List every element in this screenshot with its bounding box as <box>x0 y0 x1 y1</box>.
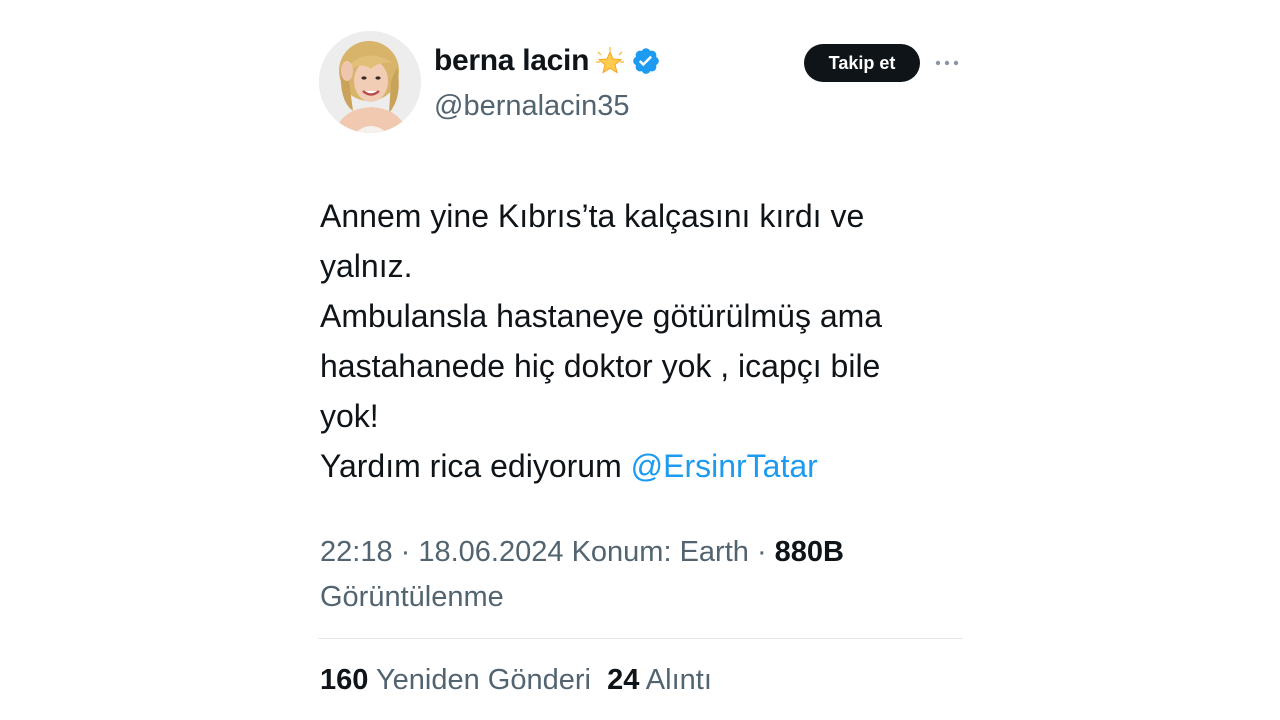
tweet-text-line: Yardım rica ediyorum <box>320 448 631 484</box>
more-options-button[interactable] <box>930 48 964 78</box>
tweet-text-line: yok! <box>320 398 379 434</box>
tweet-meta: 22:18 · 18.06.2024 Konum: Earth · 880B G… <box>320 530 960 620</box>
avatar[interactable] <box>319 31 421 133</box>
tweet-text-line: hastahanede hiç doktor yok , icapçı bile <box>320 348 881 384</box>
author-display-name[interactable]: berna lacin <box>434 44 589 78</box>
tweet-text-last-line: Yardım rica ediyorum @ErsinrTatar <box>320 441 960 491</box>
verified-badge-icon[interactable] <box>631 46 661 76</box>
author-name-row: berna lacin <box>434 44 661 78</box>
tweet-time[interactable]: 22:18 <box>320 536 393 568</box>
tweet-location: Konum: Earth <box>563 536 749 568</box>
divider <box>318 638 963 639</box>
ellipsis-icon <box>935 60 959 66</box>
tweet-text-line: Ambulansla hastaneye götürülmüş ama <box>320 298 883 334</box>
quotes-stat[interactable]: 24 Alıntı <box>607 664 712 696</box>
author-handle[interactable]: @bernalacin35 <box>434 90 630 123</box>
engagement-stats: 160 Yeniden Gönderi 24 Alıntı <box>320 664 712 697</box>
tweet-text: Annem yine Kıbrıs’ta kalçasını kırdı ve … <box>320 191 960 491</box>
glowing-star-icon <box>595 46 625 76</box>
reposts-label: Yeniden Gönderi <box>375 664 591 696</box>
reposts-stat[interactable]: 160 Yeniden Gönderi <box>320 664 591 696</box>
mention-link[interactable]: @ErsinrTatar <box>631 448 818 484</box>
views-label: Görüntülenme <box>320 581 504 613</box>
separator-dot: · <box>392 536 419 568</box>
tweet-meta-line: 22:18 · 18.06.2024 Konum: Earth · 880B <box>320 530 960 575</box>
separator-dot: · <box>748 536 775 568</box>
views-count[interactable]: 880B <box>775 536 844 568</box>
reposts-count: 160 <box>320 664 369 696</box>
tweet-date[interactable]: 18.06.2024 <box>418 536 563 568</box>
avatar-image <box>319 31 421 133</box>
quotes-label: Alıntı <box>645 664 712 696</box>
follow-button[interactable]: Takip et <box>804 44 920 82</box>
screenshot-canvas: berna lacin @bernalacin35 Takip et Annem… <box>0 0 1280 720</box>
tweet-text-line: Annem yine Kıbrıs’ta kalçasını kırdı ve <box>320 198 865 234</box>
quotes-count: 24 <box>607 664 640 696</box>
tweet-text-line: yalnız. <box>320 248 413 284</box>
